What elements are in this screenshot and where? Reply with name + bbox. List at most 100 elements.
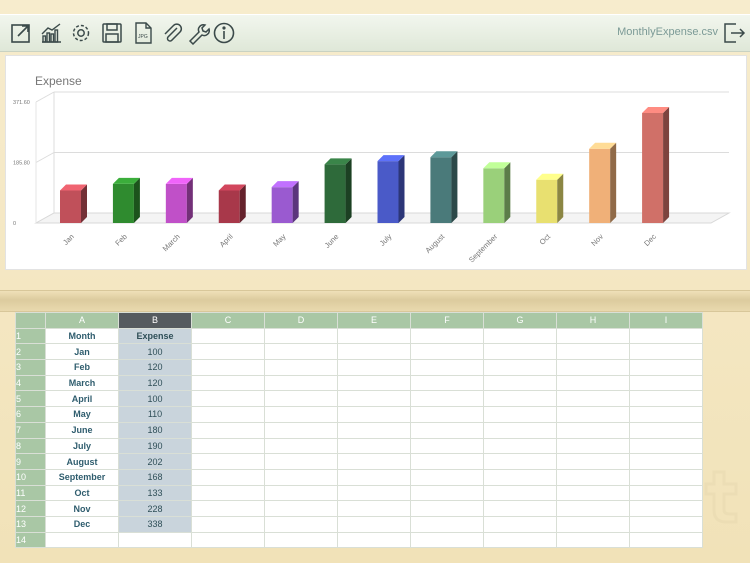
cell-empty[interactable] — [264, 468, 338, 486]
cell-empty[interactable] — [483, 531, 557, 549]
cell-empty[interactable] — [191, 531, 265, 549]
row-header[interactable]: 4 — [15, 374, 46, 392]
row-header[interactable]: 1 — [15, 327, 46, 345]
row-header[interactable]: 8 — [15, 437, 46, 455]
row-header[interactable]: 6 — [15, 406, 46, 423]
cell-empty[interactable] — [337, 359, 411, 376]
cell-a[interactable]: April — [45, 390, 119, 408]
cell-empty[interactable] — [629, 453, 703, 470]
cell-empty[interactable] — [264, 421, 338, 439]
cell-b[interactable]: 110 — [118, 406, 192, 423]
cell-empty[interactable] — [337, 374, 411, 392]
row-header[interactable]: 10 — [15, 468, 46, 486]
cell-empty[interactable] — [264, 374, 338, 392]
cell-b[interactable]: Expense — [118, 327, 192, 345]
cell-empty[interactable] — [483, 421, 557, 439]
cell-empty[interactable] — [337, 468, 411, 486]
panel-splitter[interactable] — [0, 290, 750, 312]
cell-empty[interactable] — [629, 374, 703, 392]
column-header-a[interactable]: A — [45, 312, 119, 329]
cell-a[interactable]: Jan — [45, 343, 119, 361]
cell-a[interactable]: Dec — [45, 515, 119, 533]
cell-a[interactable]: August — [45, 453, 119, 470]
row-header[interactable]: 5 — [15, 390, 46, 408]
cell-b[interactable]: 180 — [118, 421, 192, 439]
cell-b[interactable] — [118, 531, 192, 549]
row-header[interactable]: 3 — [15, 359, 46, 376]
cell-empty[interactable] — [556, 390, 630, 408]
cell-empty[interactable] — [629, 484, 703, 502]
cell-empty[interactable] — [629, 343, 703, 361]
select-all-corner[interactable] — [15, 312, 46, 329]
cell-empty[interactable] — [191, 500, 265, 517]
cell-a[interactable]: Oct — [45, 484, 119, 502]
cell-a[interactable]: June — [45, 421, 119, 439]
cell-empty[interactable] — [191, 343, 265, 361]
cell-empty[interactable] — [483, 453, 557, 470]
cell-empty[interactable] — [264, 406, 338, 423]
cell-empty[interactable] — [191, 437, 265, 455]
cell-empty[interactable] — [556, 343, 630, 361]
cell-empty[interactable] — [629, 500, 703, 517]
cell-empty[interactable] — [337, 437, 411, 455]
cell-empty[interactable] — [629, 531, 703, 549]
column-header-i[interactable]: I — [629, 312, 703, 329]
cell-empty[interactable] — [337, 406, 411, 423]
row-header[interactable]: 9 — [15, 453, 46, 470]
cell-b[interactable]: 338 — [118, 515, 192, 533]
cell-empty[interactable] — [410, 343, 484, 361]
cell-empty[interactable] — [629, 437, 703, 455]
cell-empty[interactable] — [556, 359, 630, 376]
cell-a[interactable] — [45, 531, 119, 549]
row-header[interactable]: 12 — [15, 500, 46, 517]
cell-empty[interactable] — [556, 406, 630, 423]
cell-empty[interactable] — [629, 327, 703, 345]
cell-empty[interactable] — [410, 390, 484, 408]
column-header-d[interactable]: D — [264, 312, 338, 329]
cell-empty[interactable] — [483, 484, 557, 502]
cell-empty[interactable] — [410, 437, 484, 455]
cell-empty[interactable] — [191, 374, 265, 392]
exit-icon[interactable] — [722, 21, 746, 45]
wrench-icon[interactable] — [185, 19, 211, 47]
jpg-export-icon[interactable]: JPG — [130, 19, 156, 47]
cell-b[interactable]: 202 — [118, 453, 192, 470]
cell-empty[interactable] — [483, 343, 557, 361]
cell-a[interactable]: Month — [45, 327, 119, 345]
expand-icon[interactable] — [8, 19, 34, 47]
cell-b[interactable]: 100 — [118, 343, 192, 361]
cell-empty[interactable] — [410, 374, 484, 392]
row-header[interactable]: 7 — [15, 421, 46, 439]
cell-empty[interactable] — [264, 390, 338, 408]
cell-empty[interactable] — [264, 531, 338, 549]
cell-empty[interactable] — [410, 484, 484, 502]
cell-empty[interactable] — [556, 374, 630, 392]
cell-empty[interactable] — [191, 406, 265, 423]
cell-b[interactable]: 190 — [118, 437, 192, 455]
cell-empty[interactable] — [410, 359, 484, 376]
cell-empty[interactable] — [191, 359, 265, 376]
settings-icon[interactable] — [68, 19, 94, 47]
cell-empty[interactable] — [410, 515, 484, 533]
cell-empty[interactable] — [191, 421, 265, 439]
row-header[interactable]: 13 — [15, 515, 46, 533]
cell-empty[interactable] — [483, 515, 557, 533]
cell-empty[interactable] — [483, 374, 557, 392]
cell-empty[interactable] — [191, 327, 265, 345]
cell-empty[interactable] — [337, 343, 411, 361]
cell-b[interactable]: 228 — [118, 500, 192, 517]
cell-empty[interactable] — [483, 327, 557, 345]
cell-empty[interactable] — [556, 515, 630, 533]
cell-empty[interactable] — [483, 359, 557, 376]
cell-empty[interactable] — [410, 327, 484, 345]
save-icon[interactable] — [99, 19, 125, 47]
cell-empty[interactable] — [556, 484, 630, 502]
cell-empty[interactable] — [556, 468, 630, 486]
cell-empty[interactable] — [337, 500, 411, 517]
cell-empty[interactable] — [483, 406, 557, 423]
cell-empty[interactable] — [264, 500, 338, 517]
cell-empty[interactable] — [337, 453, 411, 470]
cell-empty[interactable] — [410, 500, 484, 517]
cell-empty[interactable] — [191, 453, 265, 470]
cell-empty[interactable] — [410, 421, 484, 439]
